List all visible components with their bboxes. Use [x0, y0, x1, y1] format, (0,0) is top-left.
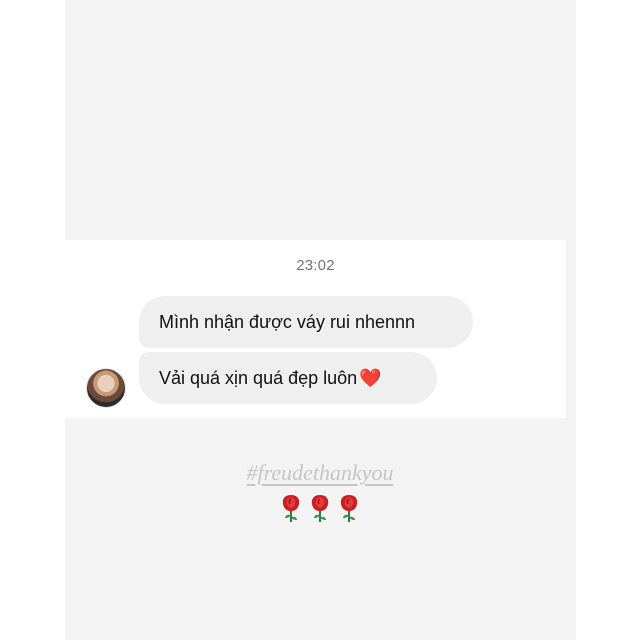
heart-icon: ❤️	[359, 368, 382, 388]
message-bubble-1: Mình nhận được váy rui nhennn	[139, 296, 473, 348]
rose-icon	[279, 493, 303, 523]
rose-icon	[337, 493, 361, 523]
message-text: Vải quá xịn quá đẹp luôn	[159, 368, 358, 388]
hashtag-caption[interactable]: #freudethankyou	[0, 460, 640, 486]
message-timestamp: 23:02	[296, 257, 335, 274]
rose-icon	[308, 493, 332, 523]
chat-screenshot: 23:02 Mình nhận được váy rui nhennn Vải …	[65, 240, 566, 418]
sender-avatar	[86, 368, 126, 408]
message-text: Mình nhận được váy rui nhennn	[159, 312, 416, 332]
rose-emoji-row	[279, 493, 361, 523]
message-bubble-2: Vải quá xịn quá đẹp luôn ❤️	[139, 352, 437, 404]
